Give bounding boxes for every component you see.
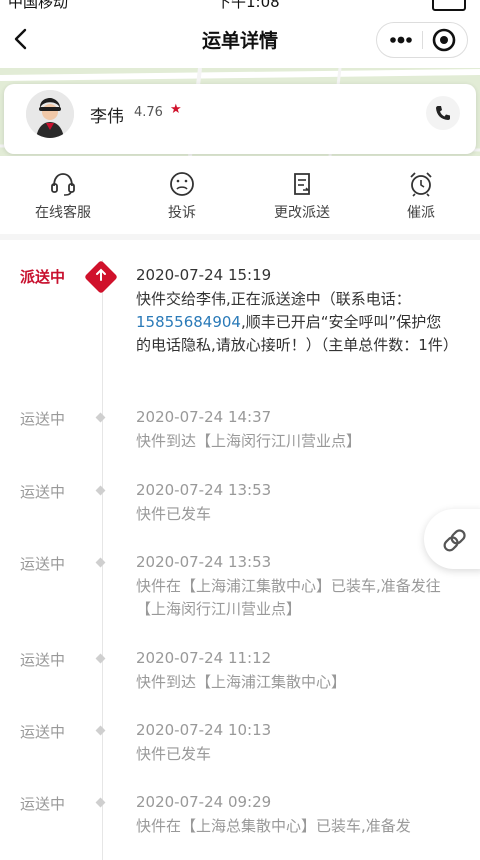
entry-description-text: 快件交给李伟,正在派送途中（联系电话： (136, 290, 411, 308)
online-service-button[interactable]: 在线客服 (13, 170, 113, 222)
action-bar: 在线客服 投诉 更改派送 催派 (0, 156, 480, 235)
more-dots-icon (390, 36, 412, 44)
share-link-button[interactable] (424, 509, 480, 569)
change-delivery-label: 更改派送 (274, 205, 330, 221)
miniprogram-capsule (376, 22, 468, 58)
timeline-dot (95, 653, 106, 664)
timeline-dot (95, 797, 106, 808)
headset-icon (51, 173, 75, 196)
status-bar: 中国移动 下午1:08 (0, 0, 480, 12)
link-icon (443, 529, 466, 552)
battery-icon (432, 0, 466, 11)
tracking-timeline: 派送中 2020-07-24 15:19 快件交给李伟,正在派送途中（联系电话：… (0, 240, 480, 860)
arrow-up-icon (96, 268, 106, 281)
edit-document-icon (294, 173, 310, 195)
complaint-button[interactable]: 投诉 (132, 170, 232, 222)
phone-icon (436, 106, 450, 120)
entry-description: 快件到达【上海闵行江川营业点】 (136, 432, 362, 450)
entry-time: 2020-07-24 09:29 (136, 793, 272, 811)
entry-time: 2020-07-24 11:12 (136, 649, 272, 667)
entry-description: 快件已发车 (136, 745, 212, 763)
clock-label: 下午1:08 (216, 0, 280, 11)
entry-time: 2020-07-24 15:19 (136, 266, 272, 284)
entry-status: 运送中 (20, 483, 66, 501)
entry-status: 运送中 (20, 795, 66, 813)
entry-status: 运送中 (20, 410, 66, 428)
entry-description: 快件已发车 (136, 505, 212, 523)
entry-time: 2020-07-24 10:13 (136, 721, 272, 739)
entry-time: 2020-07-24 14:37 (136, 408, 272, 426)
change-delivery-button[interactable]: 更改派送 (252, 170, 352, 222)
contact-phone-link[interactable]: 15855684904 (136, 313, 241, 331)
call-courier-button[interactable] (426, 96, 460, 130)
entry-status: 运送中 (20, 723, 66, 741)
close-miniprogram-button[interactable] (429, 25, 459, 55)
entry-time: 2020-07-24 13:53 (136, 481, 272, 499)
sad-face-icon (170, 172, 194, 196)
capsule-divider (422, 31, 423, 49)
timeline-dot (95, 412, 106, 423)
urge-delivery-button[interactable]: 催派 (371, 170, 471, 222)
alarm-clock-icon (410, 172, 432, 197)
courier-avatar (26, 90, 74, 138)
entry-time: 2020-07-24 13:53 (136, 553, 272, 571)
entry-status: 运送中 (20, 555, 66, 573)
online-service-label: 在线客服 (35, 205, 91, 221)
timeline-dot (95, 485, 106, 496)
courier-rating: 4.76 (134, 105, 163, 120)
entry-status: 派送中 (20, 268, 66, 286)
timeline-dot (95, 557, 106, 568)
star-icon: ★ (170, 102, 182, 117)
entry-description: 快件在【上海总集散中心】已装车,准备发 (136, 817, 411, 835)
courier-avatar-icon (26, 90, 74, 138)
urge-delivery-label: 催派 (407, 205, 435, 221)
carrier-label: 中国移动 (8, 0, 69, 11)
courier-name: 李伟 (90, 107, 124, 127)
entry-description: 快件交给李伟,正在派送途中（联系电话：15855684904,顺丰已开启“安全呼… (136, 288, 458, 357)
entry-description: 快件在【上海浦江集散中心】已装车,准备发往【上海闵行江川营业点】 (136, 577, 441, 618)
entry-description: 快件到达【上海浦江集散中心】 (136, 673, 347, 691)
more-button[interactable] (385, 23, 417, 57)
courier-card: 李伟 4.76 ★ (4, 84, 476, 154)
navigation-bar: 运单详情 (0, 12, 480, 68)
complaint-label: 投诉 (168, 205, 196, 221)
target-icon (432, 28, 456, 52)
timeline-dot (95, 725, 106, 736)
entry-status: 运送中 (20, 651, 66, 669)
